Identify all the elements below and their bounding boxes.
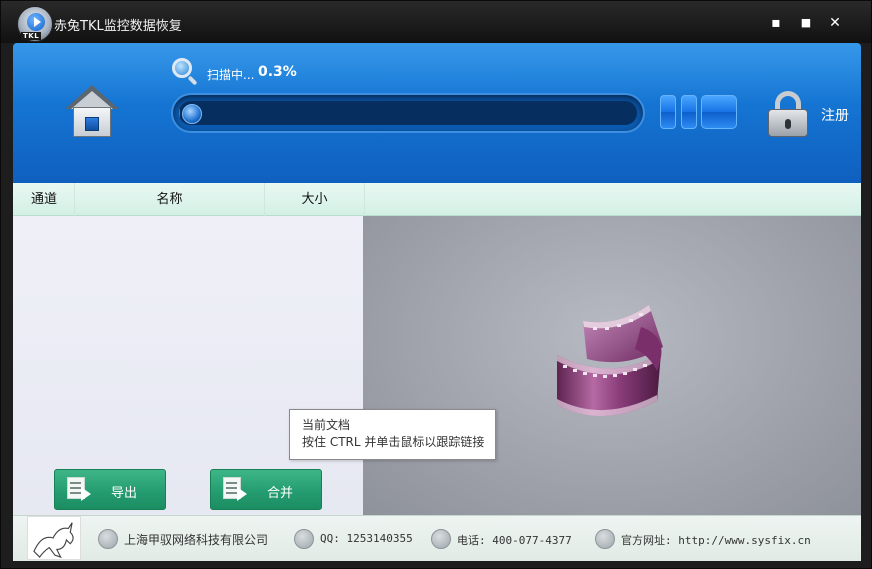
- scan-progress-bar: [171, 93, 645, 133]
- minimize-button[interactable]: ▪: [766, 14, 786, 32]
- merge-label: 合并: [267, 486, 294, 501]
- export-icon: [67, 477, 91, 503]
- scan-percent: 0.3%: [258, 64, 297, 80]
- app-logo-icon: TKL: [17, 6, 53, 42]
- window-title: 赤兔TKL监控数据恢复: [54, 19, 182, 34]
- film-reel-icon: [557, 305, 663, 417]
- title-bar: TKL 赤兔TKL监控数据恢复 ▪ ■ ✕: [1, 1, 871, 43]
- pause-icon-right: [681, 95, 697, 129]
- footer: 上海甲驭网络科技有限公司 QQ: 1253140355 电话: 400-077-…: [13, 515, 861, 561]
- close-button[interactable]: ✕: [825, 14, 845, 32]
- globe-icon: [595, 529, 615, 549]
- export-label: 导出: [111, 486, 138, 501]
- register-button[interactable]: 注册: [821, 105, 849, 125]
- app-logo-tag: TKL: [21, 32, 42, 40]
- file-list-header: 通道 名称 大小: [13, 183, 861, 216]
- column-channel[interactable]: 通道: [13, 183, 75, 216]
- stop-icon[interactable]: [701, 95, 737, 129]
- tooltip-title: 当前文档: [302, 418, 351, 432]
- link-tooltip: 当前文档 按住 CTRL 并单击鼠标以跟踪链接: [289, 409, 496, 460]
- column-size[interactable]: 大小: [265, 183, 365, 216]
- progress-fill: [179, 101, 181, 125]
- phone-icon: [431, 529, 451, 549]
- building-icon: [98, 529, 118, 549]
- merge-button[interactable]: 合并: [210, 469, 322, 510]
- search-icon: [171, 57, 199, 86]
- progress-knob: [182, 104, 202, 124]
- column-name[interactable]: 名称: [75, 183, 265, 216]
- export-button[interactable]: 导出: [54, 469, 166, 510]
- pause-icon[interactable]: [660, 95, 676, 129]
- merge-icon: [223, 477, 247, 503]
- scan-label: 扫描中...: [207, 68, 255, 82]
- lock-icon[interactable]: [768, 91, 808, 139]
- app-window: TKL 赤兔TKL监控数据恢复 ▪ ■ ✕ 扫描中... 0.3% 注册 通道 …: [0, 0, 872, 569]
- home-icon[interactable]: [65, 85, 119, 139]
- qq-icon: [294, 529, 314, 549]
- maximize-button[interactable]: ■: [796, 14, 816, 32]
- company-logo-icon: [27, 516, 81, 560]
- scan-header: 扫描中... 0.3% 注册: [13, 43, 861, 183]
- tooltip-hint: 按住 CTRL 并单击鼠标以跟踪链接: [302, 435, 485, 449]
